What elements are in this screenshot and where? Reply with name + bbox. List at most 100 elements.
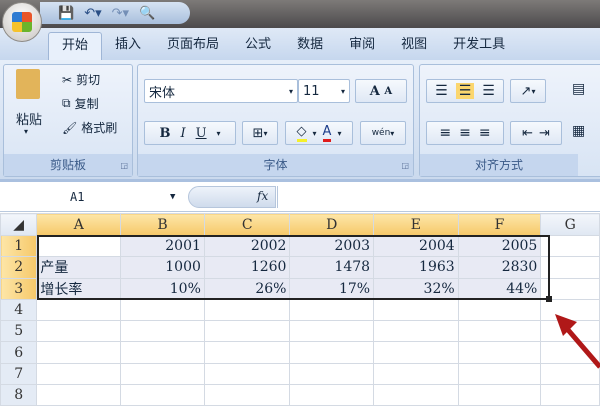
undo-icon[interactable]: ↶▾: [84, 6, 101, 21]
insert-function-button[interactable]: fx: [257, 189, 268, 203]
cell[interactable]: 2004: [373, 234, 459, 258]
tab-insert[interactable]: 插入: [102, 32, 154, 60]
row-header[interactable]: 6: [0, 341, 38, 364]
cell[interactable]: 10%: [120, 277, 205, 300]
row-header[interactable]: 3: [0, 277, 38, 300]
column-header[interactable]: F: [457, 213, 542, 236]
cell[interactable]: 2001: [120, 234, 205, 258]
row-header[interactable]: 7: [0, 362, 38, 386]
cell[interactable]: [540, 234, 600, 258]
borders-button[interactable]: ⊞ ▾: [242, 121, 278, 145]
cell[interactable]: 2830: [457, 256, 542, 279]
name-box[interactable]: A1 ▼: [0, 186, 185, 208]
select-all-corner[interactable]: ◢: [0, 213, 38, 236]
fill-color-icon[interactable]: ◇: [296, 124, 307, 142]
cell[interactable]: 2003: [289, 234, 375, 258]
wrap-text-icon[interactable]: ▤: [572, 81, 585, 97]
row-header[interactable]: 4: [0, 298, 38, 322]
indent-buttons: ⇤ ⇥: [510, 121, 562, 145]
tab-page-layout[interactable]: 页面布局: [154, 32, 232, 60]
alignment-group-label: 对齐方式: [420, 154, 578, 176]
formula-input[interactable]: [277, 186, 600, 208]
tab-view[interactable]: 视图: [388, 32, 440, 60]
redo-icon[interactable]: ↷▾: [112, 6, 129, 21]
increase-indent-icon[interactable]: ⇥: [539, 126, 550, 141]
align-left-icon[interactable]: ≡: [439, 125, 451, 141]
cut-label: 剪切: [76, 73, 101, 87]
cell[interactable]: [36, 298, 122, 322]
cell[interactable]: 32%: [373, 277, 459, 300]
align-right-icon[interactable]: ≡: [479, 125, 491, 141]
cell[interactable]: 26%: [203, 277, 291, 300]
chevron-down-icon[interactable]: ▾: [217, 129, 221, 138]
cell[interactable]: [36, 341, 122, 364]
cell[interactable]: [36, 384, 122, 406]
alignment-group: ☰ ☰ ☰ ↗ ▾ ≡ ≡ ≡ ⇤ ⇥ ▤ ▦ 对齐方式: [419, 64, 600, 177]
save-icon[interactable]: 💾: [58, 6, 74, 21]
scissors-icon: ✂: [62, 72, 73, 87]
cell[interactable]: [36, 234, 122, 258]
row-header[interactable]: 2: [0, 256, 38, 279]
cell[interactable]: 2005: [457, 234, 542, 258]
chevron-down-icon[interactable]: ▼: [170, 186, 175, 208]
format-painter-button[interactable]: 🖌 格式刷: [62, 119, 117, 136]
font-name-select[interactable]: 宋体 ▾: [144, 79, 298, 103]
row-header[interactable]: 5: [0, 320, 38, 343]
brush-icon: 🖌: [62, 120, 78, 135]
font-size-select[interactable]: 11 ▾: [298, 79, 350, 103]
row-header[interactable]: 1: [0, 234, 38, 258]
orientation-button[interactable]: ↗ ▾: [510, 79, 546, 103]
tab-developer[interactable]: 开发工具: [440, 32, 518, 60]
copy-button[interactable]: ⧉ 复制: [62, 95, 99, 112]
tab-formulas[interactable]: 公式: [232, 32, 284, 60]
align-bottom-icon[interactable]: ☰: [482, 83, 495, 99]
office-button[interactable]: [2, 2, 42, 42]
align-middle-icon[interactable]: ☰: [455, 83, 475, 99]
cell[interactable]: [540, 256, 600, 279]
column-header[interactable]: E: [373, 213, 459, 236]
fill-handle[interactable]: [546, 296, 552, 302]
cell[interactable]: 17%: [289, 277, 375, 300]
cell[interactable]: 1000: [120, 256, 205, 279]
phonetic-button[interactable]: wén ▾: [360, 121, 406, 145]
grow-font-button[interactable]: A: [370, 84, 380, 99]
cell[interactable]: 1963: [373, 256, 459, 279]
cell[interactable]: 增长率: [36, 277, 122, 300]
clipboard-group-label: 剪贴板: [4, 154, 132, 176]
column-header[interactable]: A: [36, 213, 122, 236]
align-top-icon[interactable]: ☰: [435, 83, 448, 99]
dialog-launcher-icon[interactable]: ◲: [401, 161, 409, 170]
dialog-launcher-icon[interactable]: ◲: [120, 161, 128, 170]
cut-button[interactable]: ✂ 剪切: [62, 71, 100, 88]
merge-cells-icon[interactable]: ▦: [572, 123, 585, 139]
paste-button[interactable]: 粘贴: [16, 109, 42, 128]
column-header[interactable]: B: [120, 213, 205, 236]
copy-label: 复制: [74, 97, 99, 111]
column-header[interactable]: G: [540, 213, 600, 236]
font-group: 宋体 ▾ 11 ▾ A A B I U ▾ ⊞ ▾ ◇ ▾ A ▾ wén ▾ 字体 ◲: [137, 64, 414, 177]
cell[interactable]: 产量: [36, 256, 122, 279]
column-header[interactable]: C: [203, 213, 291, 236]
italic-button[interactable]: I: [180, 126, 185, 141]
column-header[interactable]: D: [289, 213, 375, 236]
tab-review[interactable]: 审阅: [336, 32, 388, 60]
chevron-down-icon: ▾: [340, 86, 345, 96]
tab-home[interactable]: 开始: [48, 32, 103, 60]
bold-button[interactable]: B: [159, 126, 170, 141]
print-preview-icon[interactable]: 🔍: [139, 6, 155, 21]
align-center-icon[interactable]: ≡: [459, 125, 471, 141]
font-color-icon[interactable]: A: [322, 124, 332, 142]
cell[interactable]: 1478: [289, 256, 375, 279]
paste-dropdown-icon[interactable]: ▾: [24, 127, 28, 136]
decrease-indent-icon[interactable]: ⇤: [522, 126, 533, 141]
underline-button[interactable]: U: [196, 126, 207, 141]
paste-icon[interactable]: [16, 69, 40, 99]
cell[interactable]: 44%: [457, 277, 542, 300]
cell[interactable]: [36, 362, 122, 386]
cell[interactable]: [36, 320, 122, 343]
cell[interactable]: 2002: [203, 234, 291, 258]
row-header[interactable]: 8: [0, 384, 38, 406]
tab-data[interactable]: 数据: [284, 32, 336, 60]
shrink-font-button[interactable]: A: [384, 86, 392, 97]
cell[interactable]: 1260: [203, 256, 291, 279]
